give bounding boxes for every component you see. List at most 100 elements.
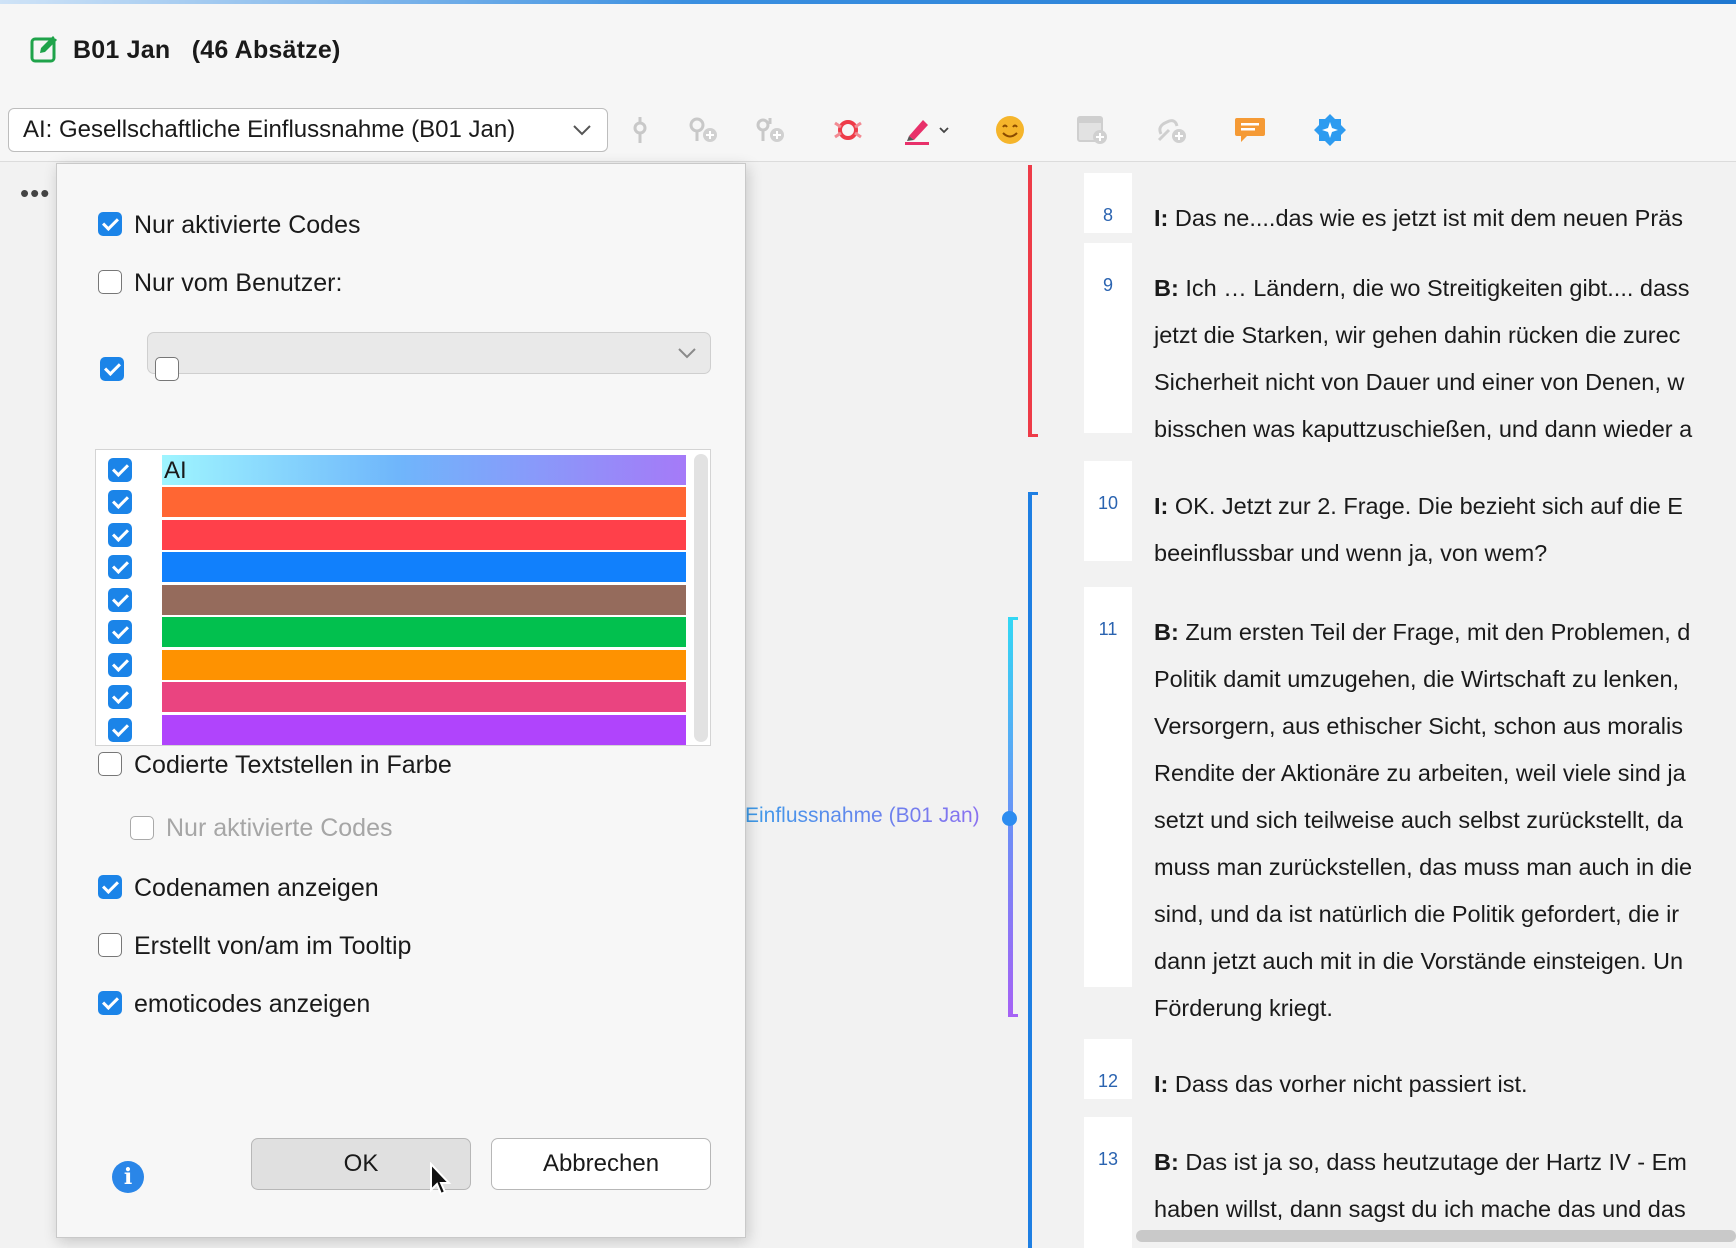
created-tooltip-label[interactable]: Erstellt von/am im Tooltip — [134, 932, 411, 961]
paragraph: 11 B: Zum ersten Teil der Frage, mit den… — [1084, 587, 1736, 1021]
paragraph-text[interactable]: I: Das ne....das wie es jetzt ist mit de… — [1154, 195, 1736, 242]
paragraph-number[interactable]: 11 — [1084, 587, 1132, 987]
show-code-names-label[interactable]: Codenamen anzeigen — [134, 874, 379, 903]
color-checkbox[interactable] — [108, 718, 132, 742]
coding-stripes-area — [745, 163, 1085, 1248]
color-row[interactable] — [96, 486, 696, 518]
color-checkbox[interactable] — [108, 653, 132, 677]
paragraph: 10 I: OK. Jetzt zur 2. Frage. Die bezieh… — [1084, 461, 1736, 566]
chevron-down-icon — [678, 348, 696, 359]
cancel-button[interactable]: Abbrechen — [491, 1138, 711, 1190]
paragraph-text[interactable]: B: Zum ersten Teil der Frage, mit den Pr… — [1154, 609, 1736, 1032]
text-line: bisschen was kaputtzuschießen, und dann … — [1154, 416, 1693, 442]
color-checkbox[interactable] — [108, 490, 132, 514]
only-activated-codes-label[interactable]: Nur aktivierte Codes — [134, 211, 360, 240]
show-emoticodes-label[interactable]: emoticodes anzeigen — [134, 990, 370, 1019]
memo-icon[interactable] — [1072, 110, 1112, 150]
coding-stripe-ai-end — [1008, 1014, 1018, 1017]
link-code-icon[interactable] — [1152, 110, 1192, 150]
color-swatch-purple — [162, 715, 686, 745]
document-selector[interactable]: AI: Gesellschaftliche Einflussnahme (B01… — [8, 108, 608, 152]
color-row[interactable] — [96, 551, 696, 583]
coded-segments-in-color-checkbox[interactable] — [98, 752, 122, 776]
pin-icon[interactable] — [620, 110, 660, 150]
select-no-colors-checkbox[interactable] — [155, 357, 179, 381]
nested-only-activated-checkbox — [130, 816, 154, 840]
code-highlight-icon[interactable] — [828, 110, 868, 150]
paragraph-number[interactable]: 9 — [1084, 243, 1132, 433]
color-row[interactable] — [96, 616, 696, 648]
coding-stripe-ai-start — [1008, 617, 1018, 620]
more-options-icon[interactable]: ••• — [20, 180, 50, 206]
edit-document-icon — [30, 36, 57, 63]
speaker-label: I: — [1154, 205, 1169, 231]
color-row[interactable] — [96, 519, 696, 551]
chevron-down-icon[interactable] — [934, 110, 954, 150]
coding-stripe-blue[interactable] — [1028, 492, 1032, 1248]
code-add-icon[interactable] — [684, 110, 724, 150]
color-row[interactable] — [96, 584, 696, 616]
comment-icon[interactable] — [1230, 110, 1270, 150]
chevron-down-icon — [573, 125, 591, 136]
code-multi-add-icon[interactable] — [750, 110, 790, 150]
mouse-cursor-icon — [430, 1162, 452, 1196]
show-emoticodes-checkbox[interactable] — [98, 991, 122, 1015]
text-line: OK. Jetzt zur 2. Frage. Die bezieht sich… — [1174, 493, 1683, 519]
color-checkbox[interactable] — [108, 523, 132, 547]
color-swatch-green — [162, 617, 686, 647]
text-line: Versorgern, aus ethischer Sicht, schon a… — [1154, 713, 1684, 739]
only-by-user-label[interactable]: Nur vom Benutzer: — [134, 269, 342, 298]
show-code-names-checkbox[interactable] — [98, 875, 122, 899]
paragraph-number[interactable]: 12 — [1084, 1039, 1132, 1099]
user-select[interactable] — [147, 332, 711, 374]
emoticode-icon[interactable] — [990, 110, 1030, 150]
created-tooltip-checkbox[interactable] — [98, 933, 122, 957]
horizontal-scrollbar[interactable] — [1136, 1230, 1736, 1242]
color-row-ai[interactable]: AI — [96, 454, 696, 486]
select-all-colors-checkbox[interactable] — [100, 357, 124, 381]
info-icon[interactable]: i — [112, 1161, 144, 1193]
text-line: haben willst, dann sagst du ich mache da… — [1154, 1196, 1686, 1222]
color-checkbox[interactable] — [108, 458, 132, 482]
paragraph-text[interactable]: B: Ich … Ländern, die wo Streitigkeiten … — [1154, 265, 1736, 453]
coding-stripes-options-dialog: Nur aktivierte Codes Nur vom Benutzer: A… — [56, 163, 746, 1238]
coding-stripe-red-end — [1028, 434, 1038, 437]
marker-pen-icon[interactable] — [898, 110, 938, 150]
only-by-user-checkbox[interactable] — [98, 270, 122, 294]
color-swatch-amber — [162, 650, 686, 680]
paragraph-number[interactable]: 8 — [1084, 173, 1132, 233]
paragraph-number[interactable]: 13 — [1084, 1117, 1132, 1248]
color-row[interactable] — [96, 714, 696, 746]
color-list-scrollbar[interactable] — [694, 454, 708, 742]
text-line: dann jetzt auch mit in die Vorstände ein… — [1154, 948, 1684, 974]
paragraph-text[interactable]: I: Dass das vorher nicht passiert ist. — [1154, 1061, 1736, 1108]
paragraph-number[interactable]: 10 — [1084, 461, 1132, 561]
paragraph-text[interactable]: I: OK. Jetzt zur 2. Frage. Die bezieht s… — [1154, 483, 1736, 577]
left-gutter — [0, 163, 56, 1248]
nested-only-activated-label: Nur aktivierte Codes — [166, 814, 393, 842]
text-line: Zum ersten Teil der Frage, mit den Probl… — [1185, 619, 1691, 645]
text-line: beeinflussbar und wenn ja, von wem? — [1154, 540, 1548, 566]
color-checkbox[interactable] — [108, 555, 132, 579]
document-browser: 8 I: Das ne....das wie es jetzt ist mit … — [1084, 163, 1736, 1248]
only-activated-codes-checkbox[interactable] — [98, 212, 122, 236]
color-checkbox[interactable] — [108, 588, 132, 612]
paragraph: 8 I: Das ne....das wie es jetzt ist mit … — [1084, 173, 1736, 233]
speaker-label: B: — [1154, 1149, 1179, 1175]
text-line: Das ist ja so, dass heutzutage der Hartz… — [1185, 1149, 1687, 1175]
color-row[interactable] — [96, 681, 696, 713]
coding-stripe-label[interactable]: Einflussnahme (B01 Jan) — [745, 804, 980, 828]
coding-stripe-marker[interactable] — [1002, 811, 1017, 826]
coding-stripe-red[interactable] — [1028, 165, 1032, 437]
color-checkbox[interactable] — [108, 620, 132, 644]
paragraph: 13 B: Das ist ja so, dass heutzutage der… — [1084, 1117, 1736, 1248]
page-title: B01 Jan (46 Absätze) — [73, 36, 340, 65]
color-swatch-blue — [162, 552, 686, 582]
color-row[interactable] — [96, 649, 696, 681]
color-checkbox[interactable] — [108, 685, 132, 709]
color-swatch-orange — [162, 487, 686, 517]
ai-assist-icon[interactable] — [1310, 110, 1350, 150]
paragraph-text[interactable]: B: Das ist ja so, dass heutzutage der Ha… — [1154, 1139, 1736, 1233]
coded-segments-in-color-label[interactable]: Codierte Textstellen in Farbe — [134, 751, 452, 780]
color-swatch-ai: AI — [162, 455, 686, 485]
